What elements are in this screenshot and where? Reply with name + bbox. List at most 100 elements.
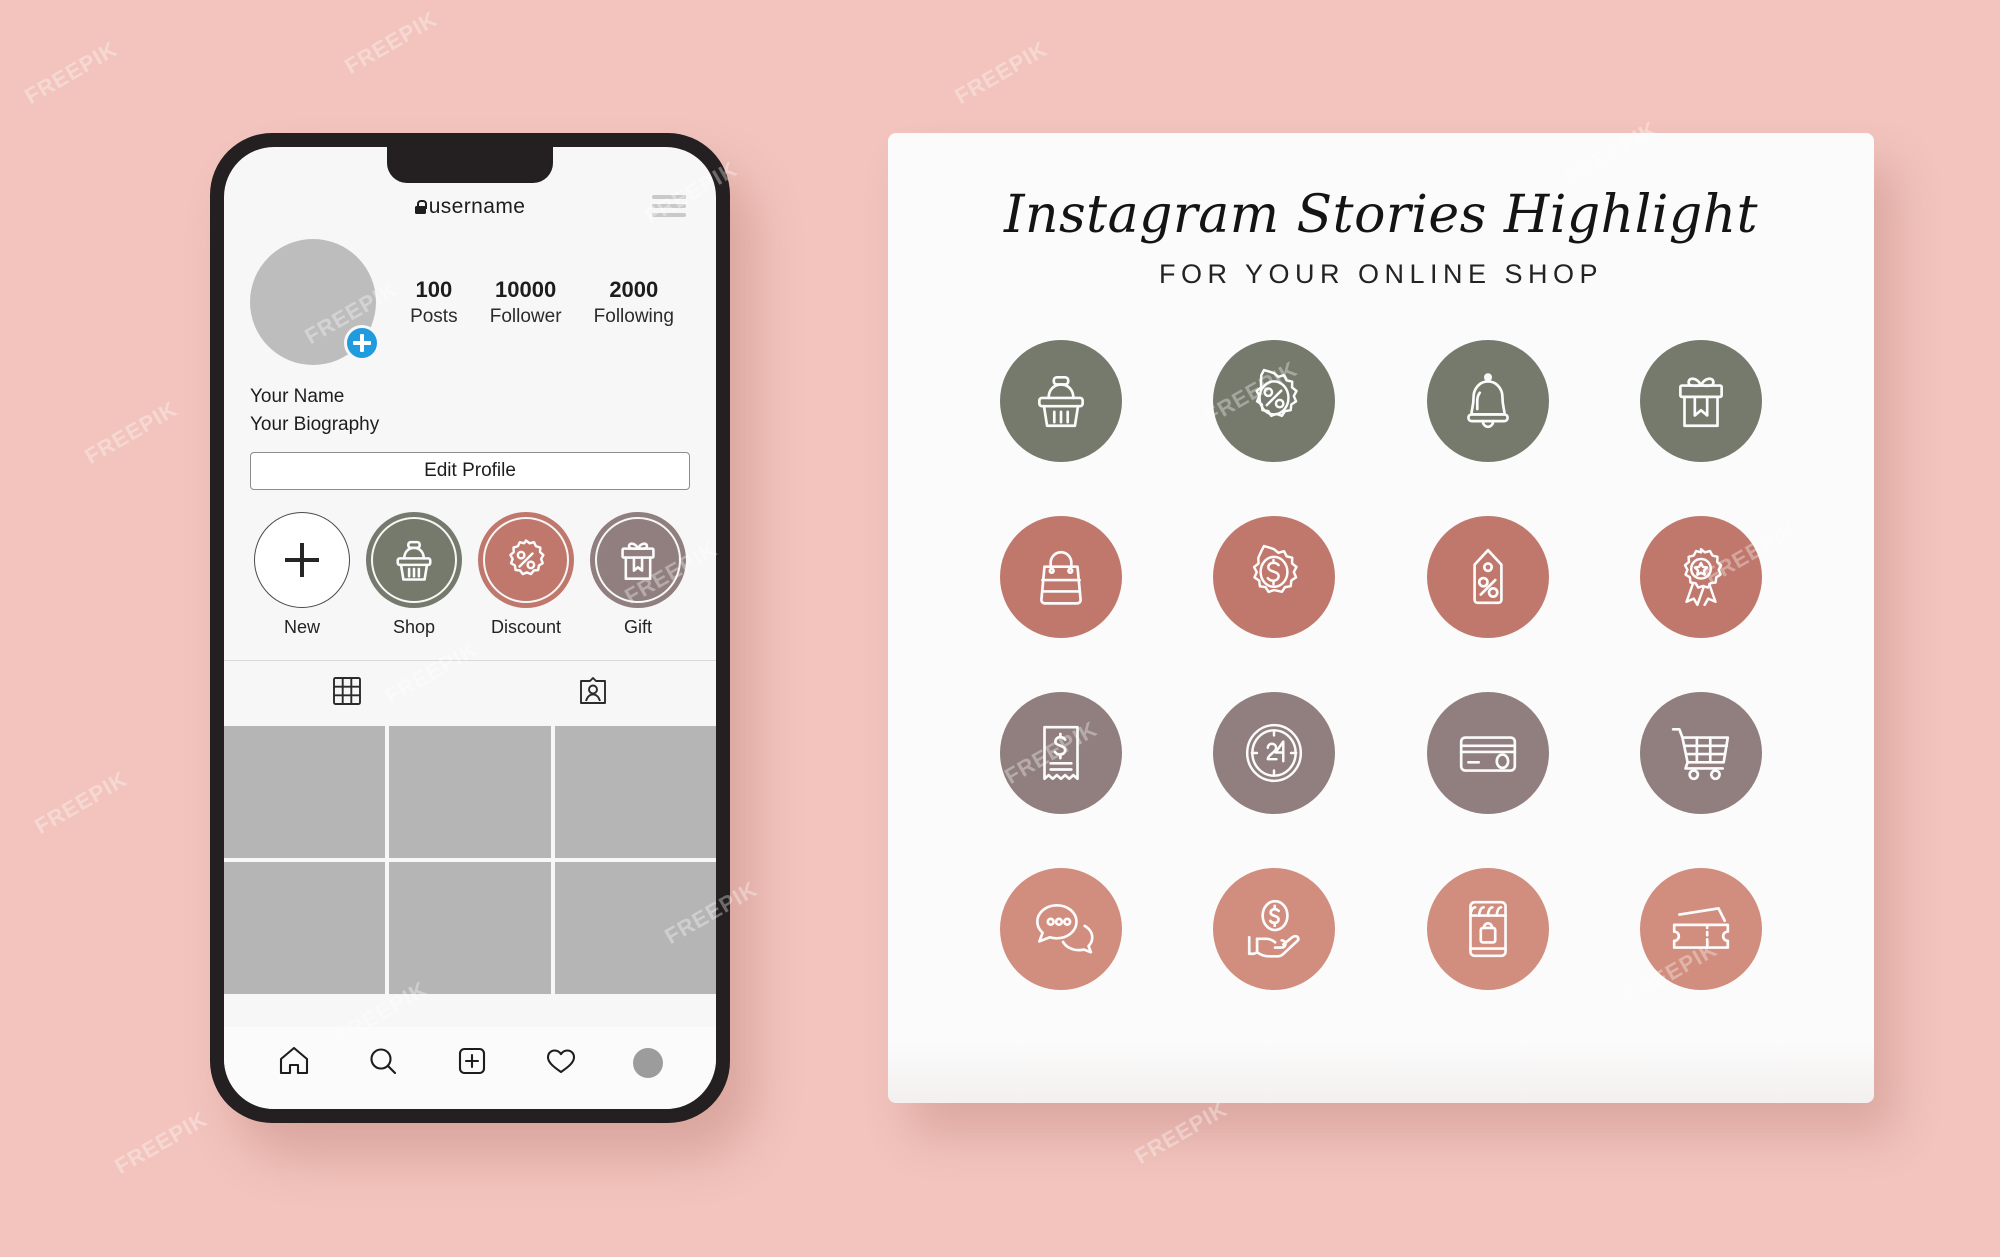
phone-mockup: username 100 Posts 10000 Follower 2000 F…	[210, 133, 730, 1123]
profile-name: Your Name	[250, 386, 345, 407]
stat-number: 100	[415, 277, 453, 303]
profile-biography: Your Biography	[250, 413, 380, 435]
watermark: FREEPIK	[20, 36, 122, 109]
profile-tabs	[224, 660, 716, 726]
award-ribbon-icon[interactable]	[1640, 516, 1763, 638]
watermark: FREEPIK	[110, 1106, 212, 1179]
grid-cell[interactable]	[554, 726, 716, 859]
highlight-discount[interactable]: Discount	[478, 512, 574, 638]
shopping-bag-icon[interactable]	[999, 516, 1122, 638]
icon-cell[interactable]	[1381, 692, 1595, 814]
stat-number: 2000	[609, 277, 659, 303]
profile-avatar-icon[interactable]	[632, 1048, 663, 1078]
icon-cell[interactable]	[954, 868, 1168, 990]
heart-icon[interactable]	[544, 1044, 578, 1083]
grid-cell[interactable]	[554, 862, 716, 995]
lock-icon	[414, 200, 428, 214]
icon-cell[interactable]	[1595, 868, 1809, 990]
bottom-navigation	[224, 1027, 716, 1109]
notification-bell-icon[interactable]	[1426, 340, 1549, 462]
stat-followers[interactable]: 10000 Follower	[490, 275, 562, 328]
grid-cell[interactable]	[389, 726, 551, 859]
hamburger-menu-icon[interactable]	[652, 195, 686, 217]
price-tag-percent-icon[interactable]	[1426, 516, 1549, 638]
watermark: FREEPIK	[340, 6, 442, 79]
add-post-icon[interactable]	[455, 1044, 489, 1083]
highlight-new[interactable]: New	[254, 512, 350, 638]
posts-grid	[224, 726, 716, 995]
icon-cell[interactable]	[1168, 516, 1382, 638]
plus-badge-icon[interactable]	[344, 325, 380, 361]
stat-label: Posts	[410, 305, 458, 327]
icon-cell[interactable]	[1381, 340, 1595, 462]
icon-cell[interactable]	[1595, 516, 1809, 638]
highlight-label: Shop	[392, 617, 436, 638]
highlight-shop[interactable]: Shop	[366, 512, 462, 638]
grid-icon[interactable]	[331, 675, 363, 712]
icon-cell[interactable]	[1381, 516, 1595, 638]
24-hours-clock-icon[interactable]	[1213, 692, 1336, 814]
tickets-icon[interactable]	[1640, 868, 1763, 990]
stat-posts[interactable]: 100 Posts	[410, 275, 458, 328]
phone-screen: username 100 Posts 10000 Follower 2000 F…	[224, 147, 716, 1109]
hand-holding-coin-icon[interactable]	[1213, 868, 1336, 990]
hamburger-line	[652, 213, 686, 217]
profile-summary-row: 100 Posts 10000 Follower 2000 Following	[224, 233, 716, 365]
highlight-label: Gift	[623, 617, 652, 638]
icon-cell[interactable]	[1168, 340, 1382, 462]
highlight-icon-set-card: Instagram Stories Highlight FOR YOUR ONL…	[888, 133, 1874, 1103]
story-highlights-row: New Shop Discount Gift	[224, 490, 716, 638]
hamburger-line	[652, 195, 686, 199]
grid-cell[interactable]	[224, 726, 386, 859]
credit-card-icon[interactable]	[1426, 692, 1549, 814]
stat-following[interactable]: 2000 Following	[594, 275, 674, 328]
watermark: FREEPIK	[80, 396, 182, 469]
phone-notch	[387, 147, 553, 183]
username-row: username	[414, 195, 526, 219]
shopping-cart-icon[interactable]	[1640, 692, 1763, 814]
gift-box-icon[interactable]	[590, 512, 686, 609]
home-icon[interactable]	[277, 1044, 311, 1083]
plus-icon[interactable]	[254, 512, 350, 609]
avatar[interactable]	[250, 239, 380, 365]
discount-badge-icon[interactable]	[478, 512, 574, 609]
stat-label: Following	[593, 305, 674, 327]
icon-cell[interactable]	[1595, 340, 1809, 462]
search-icon[interactable]	[366, 1044, 400, 1083]
page-subtitle: FOR YOUR ONLINE SHOP	[1158, 259, 1604, 289]
icon-grid	[888, 340, 1874, 990]
mobile-storefront-icon[interactable]	[1426, 868, 1549, 990]
watermark: FREEPIK	[950, 36, 1052, 109]
icon-cell[interactable]	[1595, 692, 1809, 814]
tagged-person-icon[interactable]	[577, 675, 609, 712]
highlight-label: Discount	[490, 617, 562, 638]
stat-number: 10000	[495, 277, 557, 303]
receipt-dollar-icon[interactable]	[999, 692, 1122, 814]
hamburger-line	[652, 204, 686, 208]
dollar-coin-badge-icon[interactable]	[1213, 516, 1336, 638]
shopping-basket-icon[interactable]	[999, 340, 1122, 462]
watermark: FREEPIK	[1130, 1096, 1232, 1169]
grid-cell[interactable]	[389, 862, 551, 995]
icon-cell[interactable]	[1168, 692, 1382, 814]
chat-bubbles-icon[interactable]	[999, 868, 1122, 990]
profile-stats: 100 Posts 10000 Follower 2000 Following	[386, 275, 690, 328]
edit-profile-button[interactable]: Edit Profile	[250, 452, 690, 491]
watermark: FREEPIK	[30, 766, 132, 839]
username-label: username	[428, 195, 526, 218]
grid-cell[interactable]	[224, 862, 386, 995]
stat-label: Follower	[489, 305, 562, 327]
gift-box-icon[interactable]	[1640, 340, 1763, 462]
icon-cell[interactable]	[954, 516, 1168, 638]
profile-bio: Your Name Your Biography	[224, 365, 716, 438]
icon-cell[interactable]	[1168, 868, 1382, 990]
icon-cell[interactable]	[954, 692, 1168, 814]
page-title: Instagram Stories Highlight	[1003, 185, 1759, 245]
highlight-gift[interactable]: Gift	[590, 512, 686, 638]
icon-cell[interactable]	[954, 340, 1168, 462]
shopping-basket-icon[interactable]	[366, 512, 462, 609]
icon-cell[interactable]	[1381, 868, 1595, 990]
poster-canvas: username 100 Posts 10000 Follower 2000 F…	[0, 0, 2000, 1257]
discount-badge-percent-icon[interactable]	[1213, 340, 1336, 462]
highlight-label: New	[283, 617, 320, 638]
